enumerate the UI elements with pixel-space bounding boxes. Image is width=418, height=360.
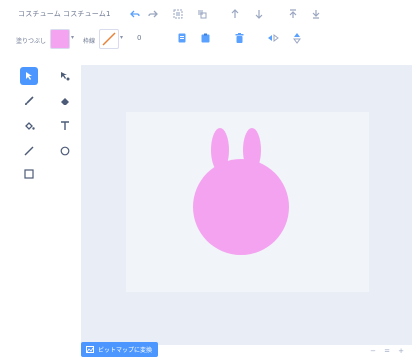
text-icon [61, 121, 69, 130]
flip-vertical-icon [293, 33, 301, 44]
back-icon [312, 10, 320, 19]
backward-button[interactable] [252, 7, 266, 21]
copy-button[interactable] [176, 32, 188, 44]
reshape-icon [61, 72, 70, 81]
copy-icon [178, 33, 186, 43]
outline-label: 枠線 [83, 38, 96, 45]
fill-icon [24, 122, 35, 130]
delete-button[interactable] [233, 32, 245, 44]
paste-icon [201, 33, 209, 43]
fill-label: 塗りつぶし [16, 38, 47, 45]
select-tool[interactable] [20, 67, 38, 85]
no-outline-icon [102, 32, 116, 46]
undo-icon [130, 10, 140, 18]
zoom-in-icon: + [398, 347, 404, 355]
trash-icon [235, 33, 243, 43]
chevron-down-icon[interactable]: ▾ [120, 34, 125, 42]
redo-button[interactable] [146, 7, 160, 21]
zoom-reset-icon: = [384, 347, 390, 355]
forward-button[interactable] [228, 7, 242, 21]
eraser-icon [61, 98, 69, 105]
reshape-tool[interactable] [56, 67, 74, 85]
zoom-out-icon: − [370, 347, 376, 355]
top-toolbar: コスチューム コスチューム1 [0, 0, 418, 30]
text-tool[interactable] [56, 117, 74, 135]
line-tool[interactable] [20, 142, 38, 160]
backward-icon [255, 10, 263, 19]
artboard[interactable] [126, 112, 369, 292]
bitmap-icon [86, 346, 94, 353]
forward-icon [231, 9, 239, 18]
ungroup-button[interactable] [195, 7, 209, 21]
circle-tool[interactable] [56, 142, 74, 160]
circle-icon [60, 146, 70, 156]
undo-button[interactable] [128, 7, 142, 21]
redo-icon [148, 10, 158, 18]
convert-button-label: ビットマップに変換 [98, 347, 153, 354]
bunny-shape[interactable] [126, 112, 369, 292]
flip-horizontal-button[interactable] [267, 32, 279, 44]
outline-color-swatch[interactable] [99, 29, 119, 49]
rectangle-icon [24, 169, 34, 179]
group-icon [173, 9, 183, 19]
ungroup-icon [198, 10, 207, 19]
zoom-out-button[interactable]: − [368, 346, 378, 356]
flip-horizontal-icon [268, 34, 279, 42]
brush-icon [25, 96, 34, 105]
outline-width-value[interactable]: 0 [137, 34, 141, 42]
brush-tool[interactable] [20, 92, 38, 110]
flip-vertical-button[interactable] [291, 32, 303, 44]
front-icon [289, 9, 297, 18]
back-button[interactable] [309, 7, 323, 21]
front-button[interactable] [286, 7, 300, 21]
zoom-in-button[interactable]: + [396, 346, 406, 356]
paste-button[interactable] [199, 32, 211, 44]
chevron-down-icon[interactable]: ▾ [71, 34, 76, 42]
rectangle-tool[interactable] [20, 165, 38, 183]
costume-name-field[interactable]: コスチューム1 [63, 9, 111, 19]
line-icon [24, 146, 34, 156]
select-icon [26, 72, 32, 80]
group-button[interactable] [171, 7, 185, 21]
fill-color-swatch[interactable] [50, 29, 70, 49]
fill-tool[interactable] [20, 117, 38, 135]
costume-label: コスチューム [18, 10, 61, 18]
zoom-reset-button[interactable]: = [382, 346, 392, 356]
convert-to-bitmap-button[interactable]: ビットマップに変換 [81, 342, 158, 357]
eraser-tool[interactable] [56, 92, 74, 110]
